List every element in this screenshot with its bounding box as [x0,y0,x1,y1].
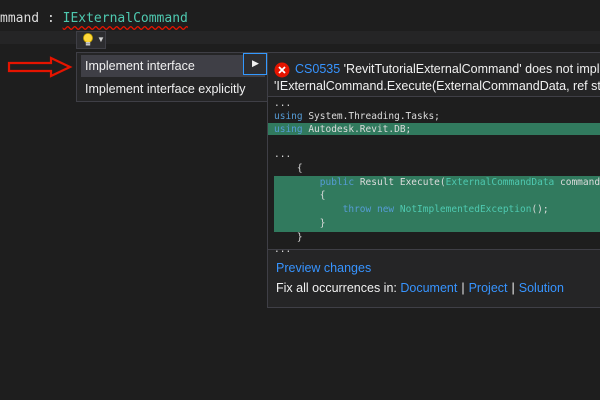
chevron-down-icon: ▼ [97,35,105,44]
fix-document-link[interactable]: Document [400,281,457,295]
error-icon [274,62,290,78]
quick-actions-menu: Implement interface Implement interface … [76,52,268,102]
menu-item-implement-interface-explicitly[interactable]: Implement interface explicitly [81,78,265,100]
code-preview-line: throw new NotImplementedException(); [342,204,549,215]
code-preview-line: public Result Execute(ExternalCommandDat… [319,177,600,188]
preview-panel: CS0535 'RevitTutorialExternalCommand' do… [267,52,600,308]
code-preview-line: using Autodesk.Revit.DB; [274,124,412,135]
interface-identifier[interactable]: IExternalCommand [63,11,188,26]
code-preview-line: } [274,218,326,229]
code-preview: ... using System.Threading.Tasks; using … [268,96,600,255]
error-text-2: 'IExternalCommand.Execute(ExternalComman… [274,79,600,93]
code-line: mmand : IExternalCommand [0,11,188,26]
fix-project-link[interactable]: Project [469,281,508,295]
code-preview-line: } [274,232,303,243]
separator: | [511,281,515,295]
fix-solution-link[interactable]: Solution [519,281,564,295]
code-preview-line: ... [274,98,292,109]
code-preview-line: ... [274,149,292,160]
separator: | [461,281,465,295]
code-preview-line: using System.Threading.Tasks; [274,111,440,122]
light-bulb-icon [83,33,93,46]
error-message: CS0535 'RevitTutorialExternalCommand' do… [295,62,600,76]
error-code-link[interactable]: CS0535 [295,62,340,76]
code-prefix: mmand : [0,11,63,26]
chevron-right-icon: ▶ [252,58,259,68]
submenu-expand-button[interactable]: ▶ [243,53,267,75]
red-arrow-annotation [7,56,73,78]
fix-all-label: Fix all occurrences in: [276,281,397,295]
code-preview-line: ... [274,244,292,255]
menu-item-implement-interface[interactable]: Implement interface [81,55,265,77]
fix-all-occurrences: Fix all occurrences in: Document | Project… [276,281,564,295]
code-preview-line: { [274,190,326,201]
code-preview-line: { [274,163,303,174]
error-text-1: 'RevitTutorialExternalCommand' does not … [340,62,600,76]
light-bulb-button[interactable]: ▼ [76,31,106,49]
preview-changes-link[interactable]: Preview changes [276,261,371,275]
